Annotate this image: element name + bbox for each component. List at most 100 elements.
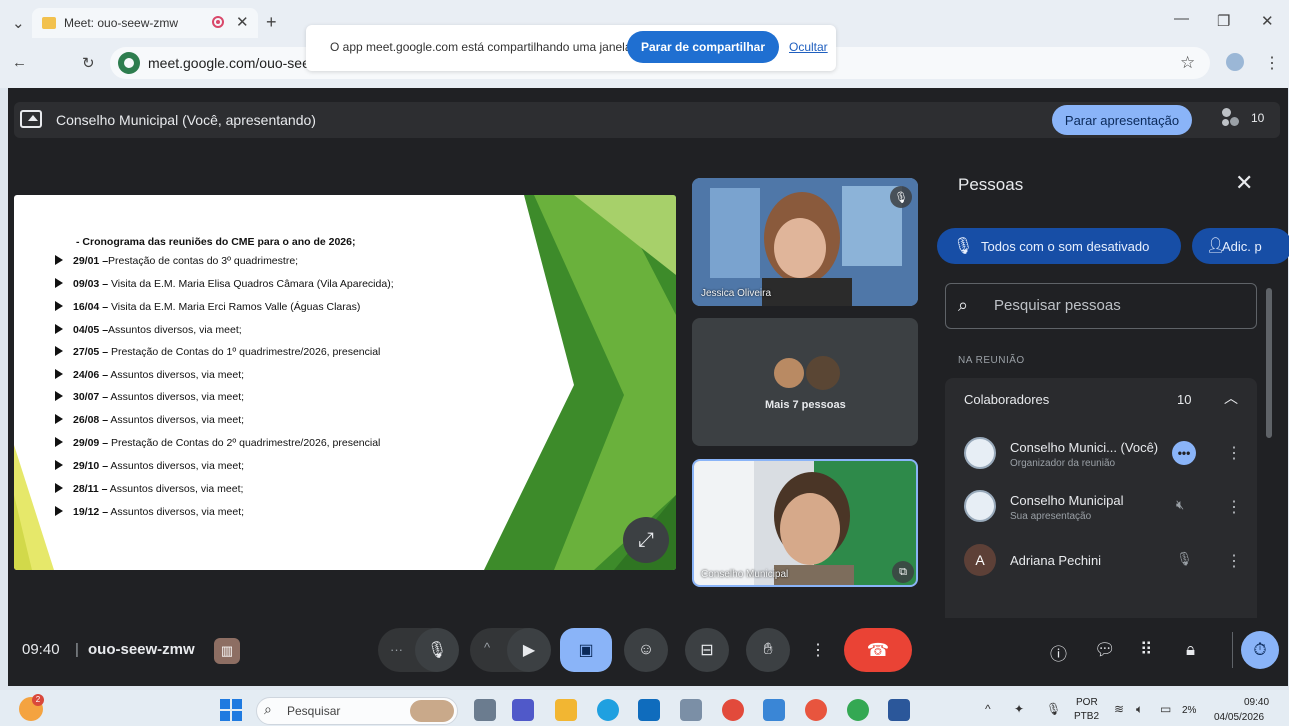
battery-icon[interactable]: ▭ bbox=[1160, 702, 1171, 716]
more-people-tile[interactable] bbox=[692, 318, 918, 446]
collaborators-label[interactable]: Colaboradores bbox=[964, 392, 1049, 407]
bullet-triangle-icon bbox=[55, 278, 63, 288]
wifi-icon[interactable]: ≋ bbox=[1114, 702, 1124, 716]
end-call-button[interactable]: ☎︎ bbox=[844, 628, 912, 672]
timer-icon[interactable]: ⏱︎ bbox=[1241, 631, 1279, 669]
stop-sharing-button[interactable]: Parar de compartilhar bbox=[627, 31, 779, 63]
participant-video bbox=[692, 178, 918, 306]
app-icon[interactable] bbox=[680, 699, 702, 721]
slide-item-text: Assuntos diversos, via meet; bbox=[108, 414, 245, 426]
present-screen-button[interactable]: ▣ bbox=[560, 628, 612, 672]
in-meeting-label: NA REUNIÃO bbox=[958, 355, 1025, 366]
bullet-triangle-icon bbox=[55, 391, 63, 401]
raise-hand-icon[interactable]: ✋︎ bbox=[746, 628, 790, 672]
panel-scrollbar[interactable] bbox=[1266, 288, 1272, 438]
sharing-message: O app meet.google.com está compartilhand… bbox=[330, 40, 635, 54]
participants-icon[interactable] bbox=[1222, 108, 1244, 128]
slide-item-date: 27/05 – bbox=[73, 346, 109, 358]
browser-tab[interactable]: Meet: ouo-seew-zmw bbox=[32, 8, 258, 38]
windows-start-icon[interactable] bbox=[220, 699, 242, 721]
slide-item-text: Visita da E.M. Maria Erci Ramos Valle (Á… bbox=[108, 301, 361, 313]
word-icon[interactable] bbox=[888, 699, 910, 721]
minimize-icon[interactable]: — bbox=[1174, 10, 1189, 27]
tab-close-icon[interactable]: ✕ bbox=[236, 13, 249, 31]
more-options-icon[interactable]: ⋮ bbox=[1226, 443, 1242, 463]
slide-list-item: 30/07 – Assuntos diversos, via meet; bbox=[55, 391, 244, 403]
new-tab-icon[interactable]: + bbox=[266, 12, 277, 33]
microphone-icon[interactable]: 🎙︎ bbox=[1046, 702, 1061, 716]
mic-options-icon[interactable]: ··· bbox=[390, 642, 403, 657]
app-icon[interactable] bbox=[805, 699, 827, 721]
avatar bbox=[964, 490, 996, 522]
file-explorer-icon[interactable] bbox=[555, 699, 577, 721]
camera-options-icon[interactable]: ^ bbox=[484, 640, 490, 655]
clock-date[interactable]: 04/05/2026 bbox=[1214, 712, 1264, 723]
browser-menu-icon[interactable]: ⋮ bbox=[1264, 53, 1280, 73]
store-icon[interactable] bbox=[763, 699, 785, 721]
bullet-triangle-icon bbox=[55, 483, 63, 493]
clock-time[interactable]: 09:40 bbox=[1244, 697, 1269, 708]
slide-item-date: 30/07 – bbox=[73, 391, 109, 403]
captions-icon[interactable]: ⊟ bbox=[685, 628, 729, 672]
slide-item-text: Assuntos diversos, via meet; bbox=[107, 483, 244, 495]
avatar bbox=[772, 356, 806, 390]
dropbox-icon[interactable]: ✦ bbox=[1014, 702, 1024, 716]
edge-icon[interactable] bbox=[597, 699, 619, 721]
mic-off-icon: 🎙︎ bbox=[953, 238, 974, 255]
chevron-up-icon[interactable]: ︿ bbox=[1224, 388, 1238, 408]
close-panel-icon[interactable]: ✕ bbox=[1235, 170, 1253, 196]
chat-icon[interactable]: 💬︎ bbox=[1094, 640, 1116, 660]
participant-tile-jessica[interactable]: 🎙︎ bbox=[692, 178, 918, 306]
tab-list-chevron-icon[interactable]: ⌄ bbox=[12, 14, 25, 32]
more-options-icon[interactable]: ⋮ bbox=[1226, 551, 1242, 571]
search-icon: ⌕ bbox=[264, 701, 272, 717]
mute-all-button[interactable]: Todos com o som desativado bbox=[937, 228, 1181, 264]
back-icon[interactable]: ← bbox=[12, 54, 27, 71]
reload-icon[interactable]: ↻ bbox=[82, 54, 95, 72]
stop-presenting-button[interactable]: Parar apresentação bbox=[1052, 105, 1192, 135]
person-role: Sua apresentação bbox=[1010, 511, 1092, 522]
show-hidden-icons[interactable]: ^ bbox=[985, 702, 991, 716]
microphone-icon[interactable]: 🎙︎ bbox=[415, 628, 459, 672]
host-controls-icon[interactable]: 🔒︎ bbox=[1186, 640, 1195, 660]
volume-icon[interactable]: 🔈︎ bbox=[1136, 702, 1143, 717]
slide-item-date: 24/06 – bbox=[73, 369, 109, 381]
restore-icon[interactable]: ❐ bbox=[1217, 12, 1230, 30]
slide-item-date: 26/08 – bbox=[73, 414, 109, 426]
slide-list-item: 27/05 – Prestação de Contas do 1º quadri… bbox=[55, 346, 380, 358]
info-icon[interactable]: ⓘ bbox=[1050, 640, 1067, 665]
task-view-icon[interactable] bbox=[474, 699, 496, 721]
bullet-triangle-icon bbox=[55, 414, 63, 424]
hide-link[interactable]: Ocultar bbox=[789, 40, 828, 54]
bookmark-star-icon[interactable]: ☆ bbox=[1180, 53, 1195, 73]
building-icon[interactable]: ▥ bbox=[214, 638, 240, 664]
url-text: meet.google.com/ouo-seew bbox=[148, 55, 320, 71]
notification-badge: 2 bbox=[32, 694, 44, 706]
emoji-icon[interactable]: ☺ bbox=[624, 628, 668, 672]
profile-avatar[interactable] bbox=[1226, 53, 1244, 71]
chrome-profile-icon[interactable] bbox=[847, 699, 869, 721]
teams-icon[interactable] bbox=[512, 699, 534, 721]
slide-item-text: Prestação de Contas do 1º quadrimestre/2… bbox=[108, 346, 381, 358]
expand-icon[interactable]: ⤢ bbox=[623, 517, 669, 563]
slide-item-text: Visita da E.M. Maria Elisa Quadros Câmar… bbox=[108, 278, 394, 290]
participant-tile-conselho[interactable]: ⧉ bbox=[692, 459, 918, 587]
slide-heading: - Cronograma das reuniões do CME para o … bbox=[76, 236, 356, 248]
more-options-icon[interactable]: ⋮ bbox=[1226, 497, 1242, 517]
participant-count: 10 bbox=[1251, 111, 1265, 125]
bullet-triangle-icon bbox=[55, 255, 63, 265]
more-people-label: Mais 7 pessoas bbox=[765, 399, 846, 411]
language-line2[interactable]: PTB2 bbox=[1074, 711, 1099, 722]
activities-icon[interactable]: ⠿ bbox=[1140, 640, 1152, 660]
site-info-icon[interactable] bbox=[118, 52, 140, 74]
participant-name: Conselho Municipal bbox=[701, 569, 789, 580]
more-options-icon[interactable]: ⋮ bbox=[796, 628, 840, 672]
chrome-icon[interactable] bbox=[722, 699, 744, 721]
language-line1[interactable]: POR bbox=[1076, 697, 1098, 708]
camera-icon[interactable]: ▶︎ bbox=[507, 628, 551, 672]
meeting-time: 09:40 bbox=[22, 641, 60, 658]
window-close-icon[interactable]: ✕ bbox=[1261, 12, 1274, 30]
slide-item-text: Assuntos diversos, via meet; bbox=[108, 506, 245, 518]
outlook-icon[interactable] bbox=[638, 699, 660, 721]
recording-indicator-icon bbox=[212, 16, 224, 28]
